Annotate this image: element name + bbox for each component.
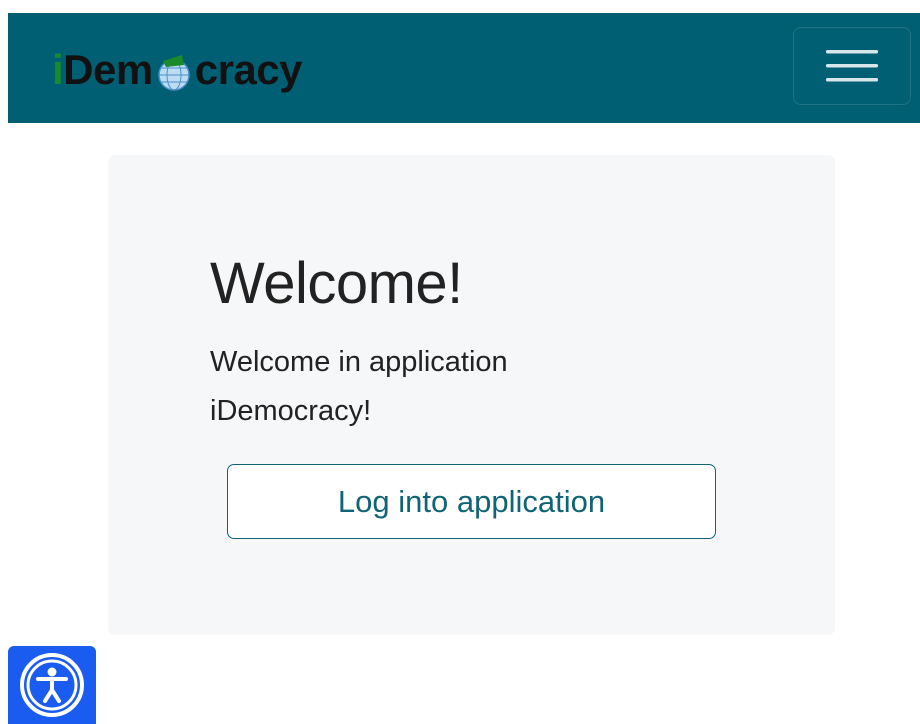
hamburger-menu-icon — [826, 50, 878, 82]
brand-prefix: i — [52, 46, 64, 93]
welcome-message: Welcome in application iDemocracy! — [210, 346, 508, 427]
brand-logo-link[interactable]: i Dem cracy — [52, 43, 303, 97]
top-navbar: i Dem cracy — [8, 13, 920, 123]
welcome-card: Welcome! Welcome in application iDemocra… — [108, 155, 835, 635]
page-title: Welcome! — [210, 251, 463, 316]
accessibility-person-icon — [20, 653, 84, 717]
login-button[interactable]: Log into application — [227, 464, 716, 539]
accessibility-widget-button[interactable] — [8, 646, 96, 724]
brand-text-part2: cracy — [194, 46, 303, 93]
brand-text-part1: Dem — [63, 46, 153, 93]
menu-toggle-button[interactable] — [793, 27, 911, 105]
globe-icon — [154, 53, 194, 93]
